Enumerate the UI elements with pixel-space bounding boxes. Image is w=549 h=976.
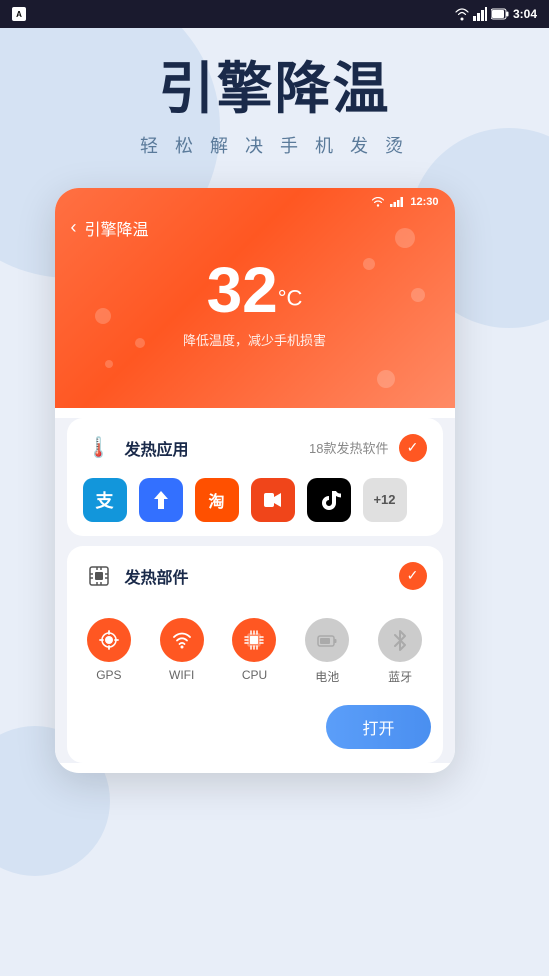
temperature-unit: °C [278,285,303,310]
app-tiktok-icon[interactable] [307,478,351,522]
temperature-number: 32 [207,254,278,326]
heating-apps-header: 🌡️ 发热应用 18款发热软件 ✓ [67,418,443,478]
app-taobao-icon[interactable]: 淘 [195,478,239,522]
app-feishu [139,478,183,522]
app-more-icon[interactable]: +12 [363,478,407,522]
phone-nav-title: 引擎降温 [85,216,149,240]
battery-label: 电池 [315,668,339,685]
app-alipay-icon[interactable]: 支 [83,478,127,522]
phone-nav: ‹ 引擎降温 [55,212,455,248]
bubble-4 [135,338,145,348]
components-row: GPS WIF [67,606,443,697]
app-taobao: 淘 [195,478,239,522]
phone-time: 12:30 [410,196,438,208]
apps-row: 支 [67,478,443,536]
components-header-left: 发热部件 [83,560,189,592]
component-bluetooth: 蓝牙 [378,618,422,685]
bubble-3 [95,308,111,324]
app-kuaishou [251,478,295,522]
hero-title: 引擎降温 [159,58,391,120]
hero-subtitle: 轻 松 解 决 手 机 发 烫 [140,132,409,158]
battery-icon [491,8,509,20]
phone-signal-icon [390,197,404,207]
status-time: 3:04 [513,7,537,21]
component-wifi: WIFI [160,618,204,685]
bubble-2 [363,258,375,270]
main-content: 引擎降温 轻 松 解 决 手 机 发 烫 [0,28,549,773]
heating-apps-icon: 🌡️ [83,432,115,464]
temperature-display: 32°C [55,248,455,326]
wifi-component-icon[interactable] [160,618,204,662]
app-kuaishou-icon[interactable] [251,478,295,522]
bubble-1 [395,228,415,248]
phone-status-bar: 12:30 [55,188,455,212]
phone-body: 🌡️ 发热应用 18款发热软件 ✓ 支 [55,418,455,763]
bubble-5 [411,288,425,302]
cpu-icon[interactable] [232,618,276,662]
status-bar-right: 3:04 [455,7,537,21]
components-check[interactable]: ✓ [399,562,427,590]
bluetooth-icon[interactable] [378,618,422,662]
open-button[interactable]: 打开 [326,705,430,749]
phone-card: 12:30 ‹ 引擎降温 32°C 降低温度，减少手机损害 [55,188,455,773]
temperature-description: 降低温度，减少手机损害 [55,330,455,349]
component-gps: GPS [87,618,131,685]
app-icon: A [12,7,26,21]
signal-icon [473,7,487,21]
bluetooth-label: 蓝牙 [388,668,412,685]
phone-wifi-icon [372,197,384,207]
heating-components-card: 发热部件 ✓ [67,546,443,763]
status-bar: A 3:04 [0,0,549,28]
gps-label: GPS [96,668,121,682]
gps-icon[interactable] [87,618,131,662]
component-battery: 电池 [305,618,349,685]
cpu-label: CPU [242,668,267,682]
heating-components-header: 发热部件 ✓ [67,546,443,606]
phone-header: 12:30 ‹ 引擎降温 32°C 降低温度，减少手机损害 [55,188,455,408]
heating-apps-meta: 18款发热软件 [309,438,388,457]
app-alipay: 支 [83,478,127,522]
heating-apps-check[interactable]: ✓ [399,434,427,462]
app-more: +12 [363,478,407,522]
app-tiktok [307,478,351,522]
phone-mockup: 12:30 ‹ 引擎降温 32°C 降低温度，减少手机损害 [55,188,495,773]
wifi-label: WIFI [169,668,194,682]
status-bar-left: A [12,7,26,21]
app-feishu-icon[interactable] [139,478,183,522]
bubble-7 [105,360,113,368]
wifi-icon [455,7,469,21]
components-icon [83,560,115,592]
component-cpu: CPU [232,618,276,685]
section-header-left: 🌡️ 发热应用 [83,432,189,464]
heating-apps-title: 发热应用 [125,436,189,460]
battery-component-icon[interactable] [305,618,349,662]
open-button-container: 打开 [67,697,443,763]
phone-back-icon[interactable]: ‹ [71,217,77,238]
components-title: 发热部件 [125,564,189,588]
heating-apps-card: 🌡️ 发热应用 18款发热软件 ✓ 支 [67,418,443,536]
bubble-6 [377,370,395,388]
